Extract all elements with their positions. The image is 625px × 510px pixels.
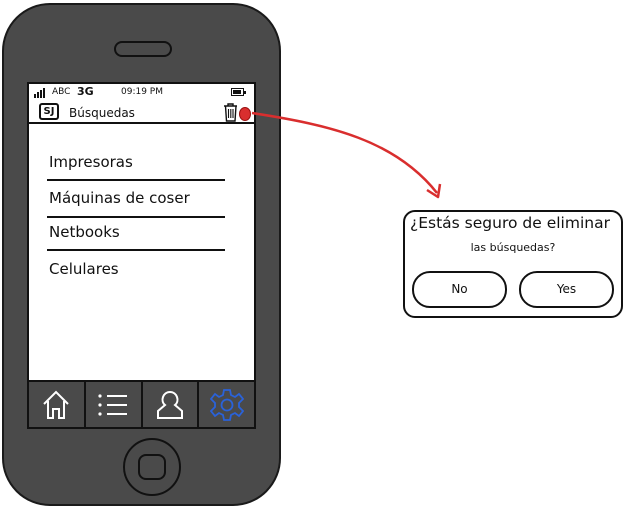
status-time: 09:19 PM xyxy=(121,87,163,97)
phone-home-button[interactable] xyxy=(123,438,181,496)
battery-icon xyxy=(231,88,246,96)
person-icon xyxy=(156,390,183,419)
page-title: Búsquedas xyxy=(69,106,135,120)
list-item[interactable]: Celulares xyxy=(49,260,119,278)
list-item[interactable]: Netbooks xyxy=(49,223,120,241)
list-divider xyxy=(47,249,225,251)
confirm-delete-dialog: ¿Estás seguro de eliminar las búsquedas?… xyxy=(403,210,623,318)
status-bar: ABC 3G 09:19 PM xyxy=(29,84,254,101)
list-item[interactable]: Impresoras xyxy=(49,153,133,171)
no-button[interactable]: No xyxy=(412,271,507,308)
tab-bar xyxy=(29,380,254,427)
gear-icon xyxy=(209,388,244,421)
list-item[interactable]: Máquinas de coser xyxy=(49,189,190,207)
list-divider xyxy=(47,179,225,181)
network-type: 3G xyxy=(77,85,94,98)
phone-speaker xyxy=(114,41,172,57)
trash-highlight-marker xyxy=(239,107,251,121)
tab-profile[interactable] xyxy=(143,382,200,427)
app-logo-icon: SJ xyxy=(39,103,59,120)
home-icon xyxy=(43,390,70,419)
carrier-name: ABC xyxy=(52,87,71,97)
list-icon xyxy=(98,393,128,416)
tab-list[interactable] xyxy=(86,382,143,427)
title-bar: SJ Búsquedas xyxy=(29,102,254,124)
dialog-title: ¿Estás seguro de eliminar xyxy=(410,214,610,232)
list-divider xyxy=(47,216,225,218)
dialog-message: las búsquedas? xyxy=(470,241,556,254)
tab-home[interactable] xyxy=(29,382,86,427)
signal-icon xyxy=(34,88,48,98)
tab-settings[interactable] xyxy=(199,382,254,427)
phone-screen: ABC 3G 09:19 PM SJ Búsquedas Impresoras … xyxy=(27,82,256,429)
yes-button[interactable]: Yes xyxy=(519,271,614,308)
